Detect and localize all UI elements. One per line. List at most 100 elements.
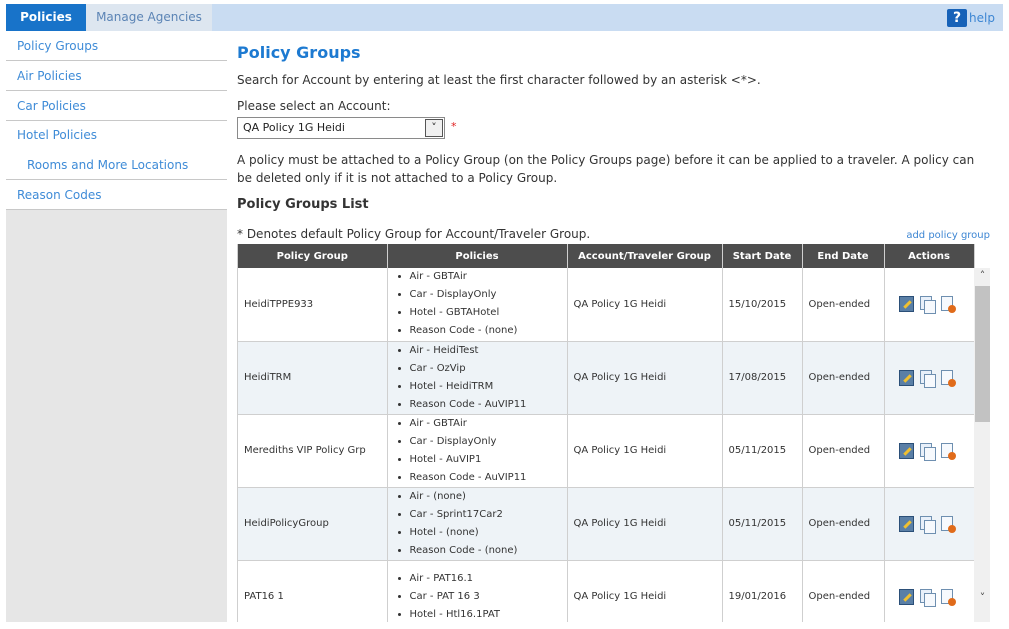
table-row: HeidiPolicyGroup Air - (none) Car - Spri… (238, 487, 975, 561)
sidebar-item-car-policies[interactable]: Car Policies (6, 91, 227, 121)
cell-start-date: 17/08/2015 (722, 341, 803, 415)
chevron-down-icon[interactable]: ˅ (425, 119, 443, 137)
cell-account: QA Policy 1G Heidi (567, 414, 723, 488)
cell-actions (884, 487, 975, 561)
policy-item: Air - HeidiTest (410, 342, 567, 360)
policy-item: Car - OzVip (410, 360, 567, 378)
default-group-note: * Denotes default Policy Group for Accou… (237, 227, 591, 241)
cell-actions (884, 560, 975, 622)
policy-item: Hotel - GBTAHotel (410, 304, 567, 322)
sidebar-item-reason-codes[interactable]: Reason Codes (6, 180, 227, 210)
policy-item: Car - PAT 16 3 (410, 588, 567, 606)
sidebar-item-air-policies[interactable]: Air Policies (6, 61, 227, 91)
cell-actions (884, 268, 975, 342)
cell-policy-group: HeidiPolicyGroup (238, 487, 388, 561)
copy-icon[interactable] (919, 515, 936, 534)
delete-icon[interactable] (940, 588, 956, 606)
policy-item: Hotel - Htl16.1PAT (410, 606, 567, 623)
scroll-thumb[interactable] (975, 286, 990, 422)
help-icon[interactable]: ? (947, 9, 968, 27)
table-row: PAT16 1 Air - PAT16.1 Car - PAT 16 3 Hot… (238, 560, 975, 623)
policy-note: A policy must be attached to a Policy Gr… (237, 153, 975, 185)
cell-policies: Air - PAT16.1 Car - PAT 16 3 Hotel - Htl… (387, 560, 568, 623)
page-title: Policy Groups (237, 43, 361, 62)
column-header-account-traveler-group[interactable]: Account/Traveler Group (567, 244, 723, 268)
cell-policy-group: HeidiTRM (238, 341, 388, 415)
help-label[interactable]: help (969, 11, 995, 25)
sidebar-item-policy-groups[interactable]: Policy Groups (6, 31, 227, 61)
policy-groups-table: Policy Group Policies Account/Traveler G… (238, 244, 975, 622)
table-row: Merediths VIP Policy Grp Air - GBTAir Ca… (238, 414, 975, 488)
cell-actions (884, 414, 975, 488)
column-header-policies[interactable]: Policies (387, 244, 568, 268)
policy-item: Reason Code - (none) (410, 542, 567, 560)
sidebar-item-rooms-and-more-locations[interactable]: Rooms and More Locations (6, 150, 227, 180)
copy-icon[interactable] (919, 442, 936, 461)
policy-item: Hotel - HeidiTRM (410, 378, 567, 396)
search-hint: Search for Account by entering at least … (237, 73, 761, 87)
sidebar-item-hotel-policies[interactable]: Hotel Policies (6, 121, 227, 150)
edit-icon[interactable] (898, 369, 914, 386)
copy-icon[interactable] (919, 296, 936, 315)
column-header-start-date[interactable]: Start Date (722, 244, 803, 268)
cell-actions (884, 341, 975, 415)
tab-manage-agencies[interactable]: Manage Agencies (86, 4, 212, 31)
edit-icon[interactable] (898, 296, 914, 313)
account-select[interactable]: QA Policy 1G Heidi ˅ (237, 117, 445, 139)
cell-policies: Air - GBTAir Car - DisplayOnly Hotel - A… (387, 414, 568, 488)
cell-policies: Air - HeidiTest Car - OzVip Hotel - Heid… (387, 341, 568, 415)
cell-policies: Air - GBTAir Car - DisplayOnly Hotel - G… (387, 268, 568, 342)
chevron-up-icon[interactable]: ˄ (974, 268, 990, 284)
main-content: Policy Groups Search for Account by ente… (237, 31, 1003, 622)
table-row: HeidiTRM Air - HeidiTest Car - OzVip Hot… (238, 341, 975, 415)
cell-end-date: Open-ended (802, 487, 885, 561)
policy-item: Hotel - (none) (410, 524, 567, 542)
column-header-end-date[interactable]: End Date (802, 244, 885, 268)
cell-account: QA Policy 1G Heidi (567, 341, 723, 415)
delete-icon[interactable] (940, 515, 956, 533)
cell-start-date: 15/10/2015 (722, 268, 803, 342)
cell-start-date: 19/01/2016 (722, 560, 803, 622)
cell-start-date: 05/11/2015 (722, 414, 803, 488)
cell-policy-group: HeidiTPPE933 (238, 268, 388, 342)
policy-item: Air - (none) (410, 488, 567, 506)
delete-icon[interactable] (940, 369, 956, 387)
delete-icon[interactable] (940, 442, 956, 460)
policy-item: Reason Code - AuVIP11 (410, 469, 567, 487)
delete-icon[interactable] (940, 296, 956, 314)
cell-policy-group: Merediths VIP Policy Grp (238, 414, 388, 488)
grid-scrollbar[interactable]: ˄ ˅ (974, 268, 990, 622)
copy-icon[interactable] (919, 369, 936, 388)
help-link[interactable]: ? help (947, 8, 995, 28)
add-policy-group-link[interactable]: add policy group (906, 230, 990, 241)
column-header-policy-group[interactable]: Policy Group (238, 244, 388, 268)
policy-groups-grid: Policy Group Policies Account/Traveler G… (237, 244, 990, 622)
policy-item: Car - DisplayOnly (410, 433, 567, 451)
policy-item: Air - PAT16.1 (410, 570, 567, 588)
tab-policies[interactable]: Policies (6, 4, 86, 31)
cell-end-date: Open-ended (802, 268, 885, 342)
policy-item: Air - GBTAir (410, 415, 567, 433)
required-marker: * (451, 120, 457, 133)
policy-item: Car - DisplayOnly (410, 286, 567, 304)
column-header-actions: Actions (884, 244, 975, 268)
policy-groups-list-title: Policy Groups List (237, 197, 369, 212)
cell-policy-group: PAT16 1 (238, 560, 388, 622)
edit-icon[interactable] (898, 588, 914, 605)
cell-account: QA Policy 1G Heidi (567, 487, 723, 561)
cell-policies: Air - (none) Car - Sprint17Car2 Hotel - … (387, 487, 568, 561)
cell-start-date: 05/11/2015 (722, 487, 803, 561)
policy-item: Hotel - AuVIP1 (410, 451, 567, 469)
account-select-value[interactable]: QA Policy 1G Heidi (243, 121, 345, 134)
chevron-down-icon[interactable]: ˅ (974, 590, 990, 606)
account-label: Please select an Account: (237, 99, 391, 113)
sidebar: Policy Groups Air Policies Car Policies … (6, 31, 227, 622)
cell-end-date: Open-ended (802, 560, 885, 622)
cell-end-date: Open-ended (802, 341, 885, 415)
cell-account: QA Policy 1G Heidi (567, 268, 723, 342)
edit-icon[interactable] (898, 515, 914, 532)
top-tab-bar: Policies Manage Agencies ? help (6, 4, 1003, 31)
edit-icon[interactable] (898, 442, 914, 459)
copy-icon[interactable] (919, 588, 936, 607)
cell-end-date: Open-ended (802, 414, 885, 488)
